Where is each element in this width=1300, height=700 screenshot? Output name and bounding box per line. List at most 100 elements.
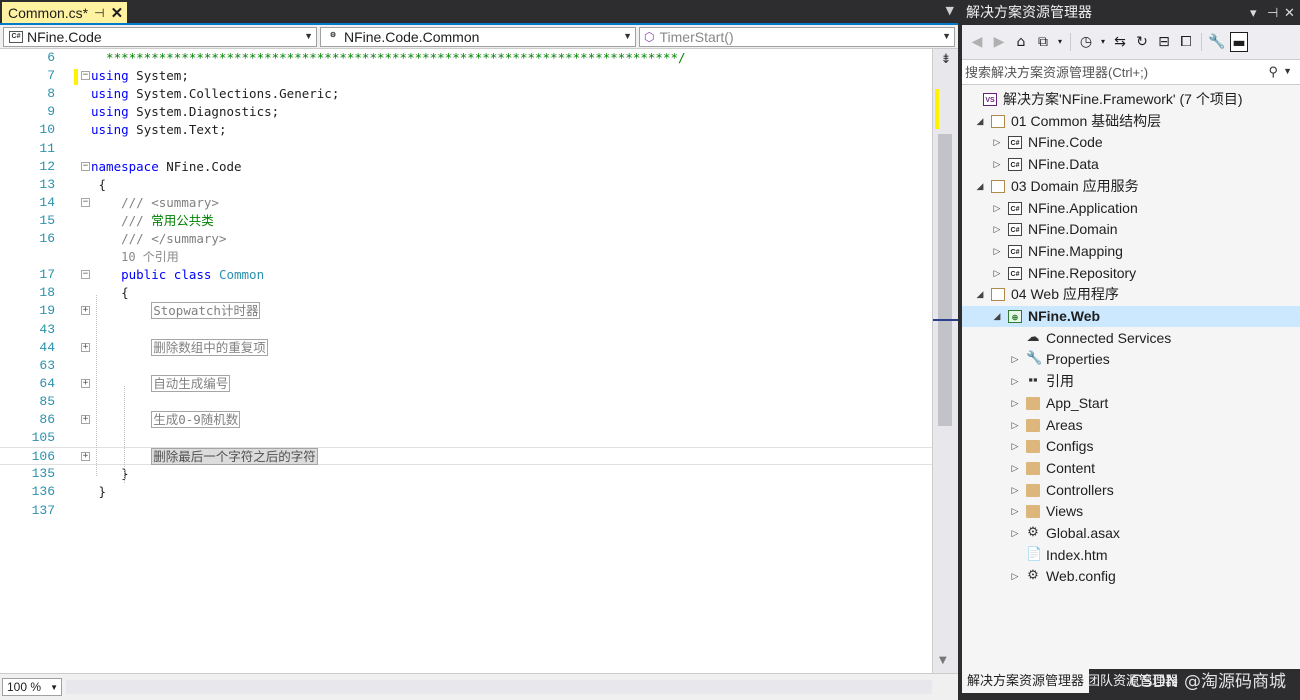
code-line[interactable]: 17 − public class Common	[0, 266, 932, 284]
code-line[interactable]: 64 + 自动生成编号	[0, 374, 932, 393]
tree-item[interactable]: ▷ Views	[962, 501, 1300, 522]
tree-item[interactable]: ▷ 🔧 Properties	[962, 349, 1300, 370]
forward-icon[interactable]: ▶	[990, 32, 1008, 52]
show-all-files-icon[interactable]: ⧠	[1177, 32, 1195, 52]
chevron-down-icon[interactable]: ▼	[942, 31, 951, 41]
type-combo[interactable]: ⚙ NFine.Code.Common ▼	[320, 27, 636, 47]
expand-arrow-icon[interactable]: ▷	[1009, 523, 1021, 544]
pin-icon[interactable]: ⊣	[94, 6, 104, 20]
expand-arrow-icon[interactable]: ▷	[1009, 458, 1021, 479]
tree-item[interactable]: ▷ ⚙ Web.config	[962, 566, 1300, 587]
collapse-arrow-icon[interactable]: ◢	[974, 284, 986, 305]
expand-region-icon[interactable]: +	[81, 378, 90, 388]
tree-item[interactable]: ▷ ▪▪ 引用	[962, 371, 1300, 392]
collapsed-region[interactable]: 生成0-9随机数	[151, 411, 241, 428]
home-icon[interactable]: ⌂	[1012, 32, 1030, 52]
expand-arrow-icon[interactable]: ▷	[991, 198, 1003, 219]
code-line[interactable]: 106 + 删除最后一个字符之后的字符	[0, 447, 932, 466]
expand-region-icon[interactable]: +	[81, 342, 90, 352]
chevron-down-icon[interactable]: ▾	[1056, 32, 1064, 52]
scroll-thumb[interactable]	[938, 134, 952, 426]
collapse-region-icon[interactable]: −	[81, 71, 90, 81]
tree-item[interactable]: ▷ ⚙ Global.asax	[962, 523, 1300, 544]
refresh-icon[interactable]: ↻	[1133, 32, 1151, 52]
expand-region-icon[interactable]: +	[81, 306, 90, 316]
tab-overflow-icon[interactable]: ▼	[946, 4, 954, 17]
tree-item[interactable]: ◢ ⊕ NFine.Web	[962, 306, 1300, 327]
close-icon[interactable]: ✕	[111, 4, 124, 22]
search-icon[interactable]: ⚲	[1268, 64, 1278, 80]
code-line[interactable]: 44 + 删除数组中的重复项	[0, 338, 932, 357]
tree-item[interactable]: ▷ App_Start	[962, 393, 1300, 414]
member-combo[interactable]: ⬡ TimerStart() ▼	[639, 27, 955, 47]
code-line[interactable]: 137	[0, 502, 932, 520]
code-line[interactable]: 14 − /// <summary>	[0, 194, 932, 212]
expand-arrow-icon[interactable]: ▷	[1009, 501, 1021, 522]
tree-item[interactable]: ◢ 03 Domain 应用服务	[962, 176, 1300, 197]
tree-item[interactable]: ▷ Configs	[962, 436, 1300, 457]
code-line[interactable]: 11	[0, 140, 932, 158]
expand-arrow-icon[interactable]: ▷	[1009, 415, 1021, 436]
expand-arrow-icon[interactable]: ▷	[1009, 566, 1021, 587]
expand-arrow-icon[interactable]: ▷	[991, 241, 1003, 262]
collapse-region-icon[interactable]: −	[81, 270, 90, 280]
zoom-combo[interactable]: 100 % ▼	[2, 678, 62, 696]
close-icon[interactable]: ✕	[1284, 0, 1295, 25]
tree-item[interactable]: ◢ 04 Web 应用程序	[962, 284, 1300, 305]
tree-item[interactable]: ▷ Areas	[962, 415, 1300, 436]
expand-arrow-icon[interactable]: ▷	[1009, 436, 1021, 457]
tree-item[interactable]: ▷ C# NFine.Domain	[962, 219, 1300, 240]
search-options-icon[interactable]: ▼	[1283, 66, 1292, 76]
tree-item[interactable]: 📄 Index.htm	[962, 545, 1300, 566]
expand-arrow-icon[interactable]: ▷	[991, 154, 1003, 175]
chevron-down-icon[interactable]: ▼	[50, 680, 58, 696]
horizontal-scrollbar[interactable]	[66, 680, 932, 694]
tree-item[interactable]: ▷ Controllers	[962, 480, 1300, 501]
code-line[interactable]: 19 + Stopwatch计时器	[0, 302, 932, 320]
tree-item[interactable]: ▷ C# NFine.Repository	[962, 263, 1300, 284]
collapse-arrow-icon[interactable]: ◢	[974, 111, 986, 132]
code-line[interactable]: 85	[0, 393, 932, 411]
code-line[interactable]: 105	[0, 429, 932, 447]
code-line[interactable]: 136 }	[0, 483, 932, 501]
tab-solution-explorer[interactable]: 解决方案资源管理器	[962, 669, 1090, 693]
collapsed-region[interactable]: Stopwatch计时器	[151, 302, 261, 320]
expand-arrow-icon[interactable]: ▷	[991, 219, 1003, 240]
expand-arrow-icon[interactable]: ▷	[991, 263, 1003, 284]
split-window-icon[interactable]: ⇟	[937, 52, 955, 68]
vertical-scrollbar[interactable]: ⇟ ▼	[932, 49, 959, 673]
collapse-all-icon[interactable]: ⊟	[1155, 32, 1173, 52]
code-line[interactable]: 8 using System.Collections.Generic;	[0, 85, 932, 103]
tree-item[interactable]: ▷ C# NFine.Mapping	[962, 241, 1300, 262]
code-line[interactable]: 135 }	[0, 465, 932, 483]
collapsed-region[interactable]: 自动生成编号	[151, 374, 231, 392]
expand-region-icon[interactable]: +	[81, 452, 90, 462]
code-line[interactable]: 10 个引用	[0, 248, 932, 266]
scroll-down-icon[interactable]: ▼	[939, 655, 947, 666]
code-text-area[interactable]: 6 **************************************…	[0, 49, 932, 673]
switch-views-icon[interactable]: ⧉	[1034, 32, 1052, 52]
tree-item[interactable]: ▷ C# NFine.Code	[962, 132, 1300, 153]
collapse-region-icon[interactable]: −	[81, 161, 90, 171]
code-line[interactable]: 43	[0, 321, 932, 339]
collapsed-region[interactable]: 删除数组中的重复项	[151, 338, 268, 356]
expand-region-icon[interactable]: +	[81, 415, 90, 424]
expand-arrow-icon[interactable]: ▷	[1009, 371, 1021, 392]
tree-item[interactable]: ☁ Connected Services	[962, 328, 1300, 349]
code-line[interactable]: 63	[0, 357, 932, 375]
code-line[interactable]: 86 + 生成0-9随机数	[0, 411, 932, 429]
collapse-region-icon[interactable]: −	[81, 197, 90, 207]
expand-arrow-icon[interactable]: ▷	[991, 132, 1003, 153]
window-position-icon[interactable]: ▾	[1250, 0, 1257, 25]
code-line[interactable]: 7 − using System;	[0, 67, 932, 85]
document-tab-common[interactable]: Common.cs* ⊣ ✕	[2, 2, 128, 23]
code-line[interactable]: 9 using System.Diagnostics;	[0, 103, 932, 121]
collapse-arrow-icon[interactable]: ◢	[991, 306, 1003, 327]
tree-item[interactable]: ▷ C# NFine.Data	[962, 154, 1300, 175]
pending-changes-icon[interactable]: ◷	[1077, 32, 1095, 52]
chevron-down-icon[interactable]: ▼	[623, 31, 632, 41]
expand-arrow-icon[interactable]: ▷	[1009, 349, 1021, 370]
pin-icon[interactable]: ⊣	[1267, 0, 1278, 25]
chevron-down-icon[interactable]: ▾	[1099, 32, 1107, 52]
expand-arrow-icon[interactable]: ▷	[1009, 393, 1021, 414]
